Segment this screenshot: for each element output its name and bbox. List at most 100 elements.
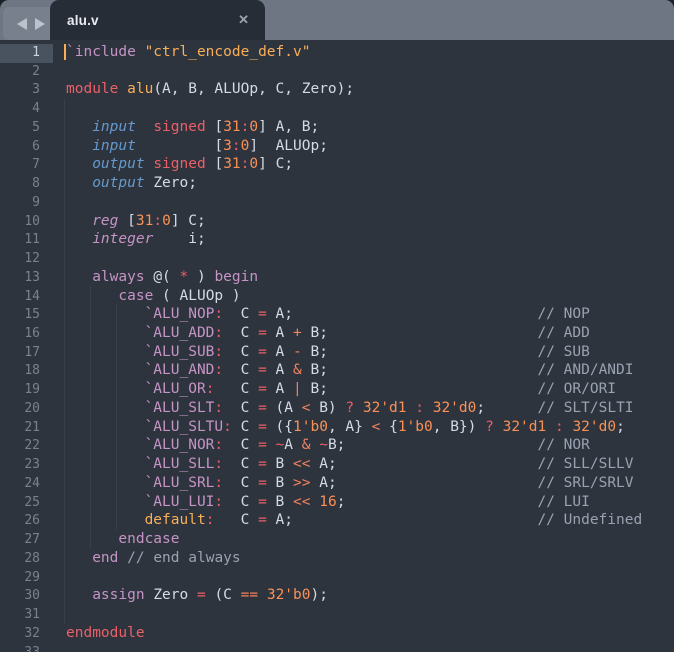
- line-number[interactable]: 8: [0, 175, 53, 194]
- code-line-19[interactable]: 19 `ALU_OR: C = A | B; // OR/ORI: [0, 380, 674, 399]
- line-number[interactable]: 22: [0, 437, 53, 456]
- line-number[interactable]: 21: [0, 419, 53, 438]
- code-line-13[interactable]: 13 always @( * ) begin: [0, 268, 674, 287]
- line-number[interactable]: 31: [0, 606, 53, 625]
- code-token: :: [153, 213, 162, 229]
- line-number[interactable]: 26: [0, 512, 53, 531]
- tab-title: alu.v: [50, 13, 99, 28]
- code-line-16[interactable]: 16 `ALU_ADD: C = A + B; // ADD: [0, 324, 674, 343]
- code-line-11[interactable]: 11 integer i;: [0, 230, 674, 249]
- tab-close-icon[interactable]: ✕: [238, 12, 249, 28]
- line-number[interactable]: 32: [0, 625, 53, 644]
- line-number[interactable]: 3: [0, 81, 53, 100]
- line-number[interactable]: 20: [0, 400, 53, 419]
- code-token: =: [258, 344, 267, 360]
- code-line-21[interactable]: 21 `ALU_SLTU: C = ({1'b0, A} < {1'b0, B}…: [0, 418, 674, 437]
- line-number[interactable]: 16: [0, 325, 53, 344]
- code-token: endcase: [118, 531, 179, 547]
- code-token: C: [223, 325, 258, 341]
- code-token: 1'b0: [293, 419, 328, 435]
- code-line-2[interactable]: 2: [0, 62, 674, 81]
- line-number[interactable]: 2: [0, 63, 53, 82]
- code-token: =: [258, 456, 267, 472]
- line-number[interactable]: 4: [0, 100, 53, 119]
- line-number[interactable]: 10: [0, 213, 53, 232]
- code-line-6[interactable]: 6 input [3:0] ALUOp;: [0, 137, 674, 156]
- code-line-3[interactable]: 3module alu(A, B, ALUOp, C, Zero);: [0, 80, 674, 99]
- line-number[interactable]: 33: [0, 644, 53, 652]
- nav-back-icon[interactable]: [17, 18, 27, 30]
- code-line-18[interactable]: 18 `ALU_AND: C = A & B; // AND/ANDI: [0, 361, 674, 380]
- code-line-33[interactable]: 33: [0, 643, 674, 652]
- code-line-23[interactable]: 23 `ALU_SLL: C = B << A; // SLL/SLLV: [0, 455, 674, 474]
- code-token: C: [232, 419, 258, 435]
- code-token: [66, 175, 92, 191]
- code-line-28[interactable]: 28 end // end always: [0, 549, 674, 568]
- line-number[interactable]: 27: [0, 531, 53, 550]
- line-number[interactable]: 1: [0, 44, 53, 63]
- code-line-32[interactable]: 32endmodule: [0, 624, 674, 643]
- code-line-7[interactable]: 7 output signed [31:0] C;: [0, 155, 674, 174]
- code-line-17[interactable]: 17 `ALU_SUB: C = A - B; // SUB: [0, 343, 674, 362]
- line-number[interactable]: 7: [0, 156, 53, 175]
- code-line-20[interactable]: 20 `ALU_SLT: C = (A < B) ? 32'd1 : 32'd0…: [0, 399, 674, 418]
- line-number[interactable]: 11: [0, 231, 53, 250]
- code-token: module: [66, 81, 118, 97]
- code-line-4[interactable]: 4: [0, 99, 674, 118]
- code-token: B: [267, 456, 293, 472]
- code-line-27[interactable]: 27 endcase: [0, 530, 674, 549]
- code-line-12[interactable]: 12: [0, 249, 674, 268]
- code-line-15[interactable]: 15 `ALU_NOP: C = A; // NOP: [0, 305, 674, 324]
- code-line-22[interactable]: 22 `ALU_NOR: C = ~A & ~B; // NOR: [0, 436, 674, 455]
- code-editor[interactable]: 1`include "ctrl_encode_def.v"23module al…: [0, 40, 674, 652]
- line-number[interactable]: 12: [0, 250, 53, 269]
- code-token: [293, 512, 537, 528]
- code-token: 32'd0: [433, 400, 477, 416]
- line-number[interactable]: 29: [0, 569, 53, 588]
- code-line-5[interactable]: 5 input signed [31:0] A, B;: [0, 118, 674, 137]
- line-number[interactable]: 23: [0, 456, 53, 475]
- line-number[interactable]: 17: [0, 344, 53, 363]
- code-token: B: [267, 475, 293, 491]
- line-number[interactable]: 5: [0, 119, 53, 138]
- code-line-30[interactable]: 30 assign Zero = (C == 32'b0);: [0, 586, 674, 605]
- nav-forward-icon[interactable]: [35, 18, 45, 30]
- code-token: ?: [345, 400, 354, 416]
- code-line-29[interactable]: 29: [0, 568, 674, 587]
- code-line-8[interactable]: 8 output Zero;: [0, 174, 674, 193]
- code-token: +: [293, 325, 302, 341]
- line-number[interactable]: 9: [0, 194, 53, 213]
- code-line-1[interactable]: 1`include "ctrl_encode_def.v": [0, 43, 674, 62]
- code-line-10[interactable]: 10 reg [31:0] C;: [0, 212, 674, 231]
- line-number[interactable]: 13: [0, 269, 53, 288]
- code-token: [337, 475, 538, 491]
- line-number[interactable]: 19: [0, 381, 53, 400]
- code-content[interactable]: 1`include "ctrl_encode_def.v"23module al…: [0, 40, 674, 652]
- code-line-24[interactable]: 24 `ALU_SRL: C = B >> A; // SRL/SRLV: [0, 474, 674, 493]
- code-token: :: [232, 138, 241, 154]
- code-token: `ALU_LUI: [145, 494, 215, 510]
- code-line-14[interactable]: 14 case ( ALUOp ): [0, 287, 674, 306]
- code-token: :: [214, 437, 223, 453]
- code-token: 0: [162, 213, 171, 229]
- tab-alu-v[interactable]: alu.v ✕: [50, 0, 265, 40]
- code-line-9[interactable]: 9: [0, 193, 674, 212]
- line-number[interactable]: 15: [0, 306, 53, 325]
- code-token: C: [223, 494, 258, 510]
- line-number[interactable]: 25: [0, 494, 53, 513]
- code-token: [118, 81, 127, 97]
- code-line-26[interactable]: 26 default: C = A; // Undefined: [0, 511, 674, 530]
- line-number[interactable]: 24: [0, 475, 53, 494]
- line-number[interactable]: 14: [0, 288, 53, 307]
- code-line-31[interactable]: 31: [0, 605, 674, 624]
- code-token: :: [214, 456, 223, 472]
- code-token: [66, 587, 92, 603]
- line-number[interactable]: 28: [0, 550, 53, 569]
- line-number[interactable]: 6: [0, 138, 53, 157]
- code-line-25[interactable]: 25 `ALU_LUI: C = B << 16; // LUI: [0, 493, 674, 512]
- line-number[interactable]: 30: [0, 587, 53, 606]
- line-number[interactable]: 18: [0, 362, 53, 381]
- code-token: 31: [223, 156, 240, 172]
- code-token: ?: [485, 419, 494, 435]
- code-token: C: [214, 512, 258, 528]
